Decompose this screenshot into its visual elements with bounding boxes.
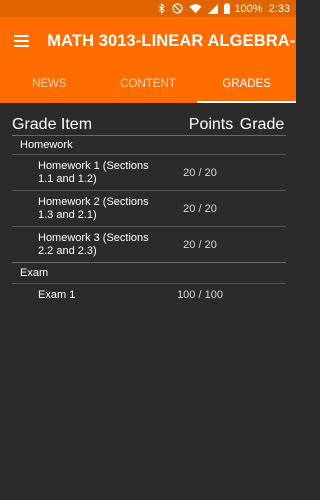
tab-content[interactable]: CONTENT	[99, 65, 198, 103]
signal-icon	[208, 3, 219, 14]
table-row[interactable]: Homework 1 (Sections 1.1 and 1.2) 20 / 2…	[12, 155, 286, 191]
tab-grades[interactable]: GRADES	[197, 65, 296, 103]
table-header: Grade Item Points Grade	[12, 103, 286, 136]
tab-news[interactable]: NEWS	[0, 65, 99, 103]
header-grade-item: Grade Item	[12, 116, 93, 133]
category-homework: Homework	[12, 136, 286, 155]
grade-item-points: 100 / 100	[177, 289, 223, 301]
battery-icon	[224, 3, 231, 14]
header-points: Points	[188, 116, 234, 133]
table-row[interactable]: Homework 2 (Sections 1.3 and 2.1) 20 / 2…	[12, 191, 286, 227]
grade-item-points: 20 / 20	[183, 166, 217, 179]
do-not-disturb-icon	[172, 3, 184, 14]
category-exam: Exam	[12, 263, 286, 284]
app-bar: MATH 3013-LINEAR ALGEBRA-...	[0, 17, 296, 65]
grade-item-name: Homework 2 (Sections 1.3 and 2.1)	[38, 196, 149, 221]
bluetooth-icon	[158, 3, 166, 14]
battery-percentage: 100%	[234, 2, 263, 15]
tab-bar: NEWS CONTENT GRADES	[0, 65, 296, 103]
wifi-icon	[189, 3, 202, 14]
header-grade: Grade	[239, 116, 285, 133]
table-row[interactable]: Homework 3 (Sections 2.2 and 2.3) 20 / 2…	[12, 227, 286, 263]
hamburger-menu-icon[interactable]	[14, 35, 30, 47]
status-bar: 100% 2:33	[0, 0, 296, 17]
grade-item-name: Homework 3 (Sections 2.2 and 2.3)	[38, 232, 149, 257]
grade-item-points: 20 / 20	[183, 238, 217, 251]
page-title: MATH 3013-LINEAR ALGEBRA-...	[47, 31, 296, 50]
clock: 2:33	[268, 2, 290, 15]
grade-item-name: Homework 1 (Sections 1.1 and 1.2)	[38, 160, 149, 185]
grade-item-points: 20 / 20	[183, 202, 217, 215]
grade-item-name: Exam 1	[38, 288, 76, 301]
grades-table: Grade Item Points Grade Homework Homewor…	[12, 103, 286, 306]
table-row[interactable]: Exam 1 100 / 100	[12, 284, 286, 306]
